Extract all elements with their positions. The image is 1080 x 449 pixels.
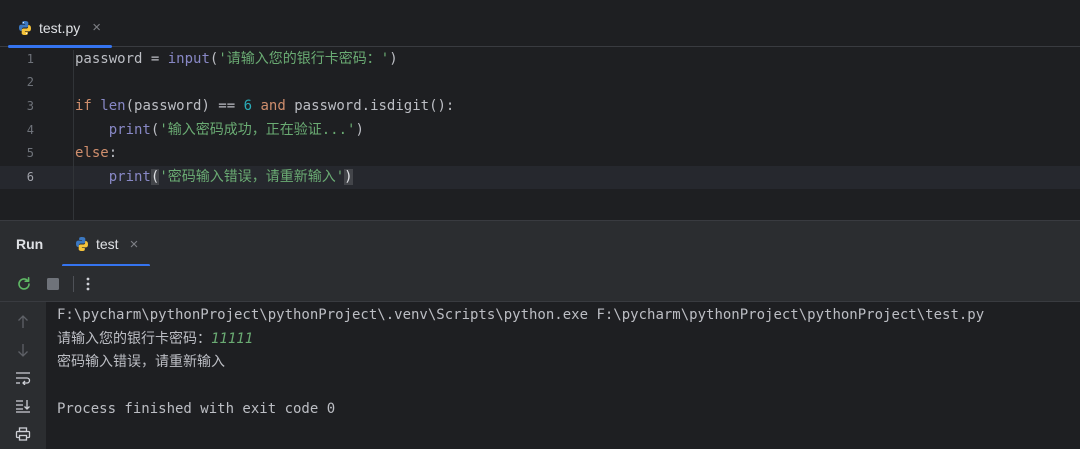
code-line-6[interactable]: print('密码输入错误，请重新输入'): [75, 166, 353, 189]
rerun-button[interactable]: [14, 274, 34, 294]
console-prompt-line: 请输入您的银行卡密码：11111: [57, 328, 253, 351]
print-icon: [15, 427, 31, 441]
run-tab-test[interactable]: test ×: [62, 221, 150, 267]
arrow-up-icon: [18, 315, 28, 328]
editor-tab-test-py[interactable]: test.py ×: [8, 8, 112, 48]
code-line-5[interactable]: else:: [75, 142, 117, 165]
line-number: 4: [26, 123, 34, 137]
console-exit-line: Process finished with exit code 0: [57, 401, 336, 417]
console-output-line: 密码输入错误，请重新输入: [57, 354, 225, 370]
stop-button[interactable]: [43, 274, 63, 294]
python-file-icon: [19, 20, 31, 35]
code-line-3[interactable]: if len(password) == 6 and password.isdig…: [75, 95, 454, 118]
matched-brace: ): [344, 169, 353, 185]
arrow-down-icon: [18, 344, 28, 357]
stop-icon: [47, 278, 59, 290]
run-tool-window-header: Run test ×: [0, 220, 1080, 267]
code-editor[interactable]: 1 2 3 4 5 6 password = input('请输入您的银行卡密码…: [0, 48, 1080, 220]
rerun-icon: [18, 277, 30, 290]
console-prompt: 请输入您的银行卡密码：: [57, 331, 211, 347]
code-line-4[interactable]: print('输入密码成功，正在验证...'): [75, 119, 364, 142]
close-icon[interactable]: ×: [92, 20, 101, 35]
python-file-icon: [76, 237, 88, 251]
run-toolbar: [0, 266, 1080, 302]
toolbar-separator: [73, 276, 74, 292]
run-side-toolbar: [0, 302, 46, 449]
next-occurrence-button[interactable]: [13, 340, 33, 360]
close-icon[interactable]: ×: [130, 236, 139, 253]
scroll-to-end-button[interactable]: [13, 396, 33, 416]
print-button[interactable]: [13, 424, 33, 444]
console-user-input: 11111: [211, 331, 254, 347]
more-vertical-icon: [86, 277, 90, 291]
console-output[interactable]: F:\pycharm\pythonProject\pythonProject\.…: [46, 302, 1080, 449]
scroll-to-end-icon: [16, 400, 30, 413]
run-tab-label: test: [96, 236, 119, 252]
line-number: 2: [26, 75, 34, 89]
line-number: 5: [26, 146, 34, 160]
editor-tab-label: test.py: [39, 19, 81, 36]
console-command-line: F:\pycharm\pythonProject\pythonProject\.…: [57, 307, 985, 323]
more-options-button[interactable]: [78, 274, 98, 294]
line-number: 3: [26, 99, 34, 113]
soft-wrap-button[interactable]: [13, 368, 33, 388]
line-number: 1: [26, 52, 34, 66]
line-number: 6: [26, 170, 34, 184]
code-line-1[interactable]: password = input('请输入您的银行卡密码：'): [75, 48, 398, 71]
run-panel-title: Run: [16, 236, 44, 252]
indent-guide: [73, 50, 74, 220]
previous-occurrence-button[interactable]: [13, 312, 33, 332]
soft-wrap-icon: [16, 372, 31, 385]
editor-tab-bar: test.py ×: [0, 0, 1080, 48]
line-number-gutter: 1 2 3 4 5 6: [0, 48, 60, 220]
